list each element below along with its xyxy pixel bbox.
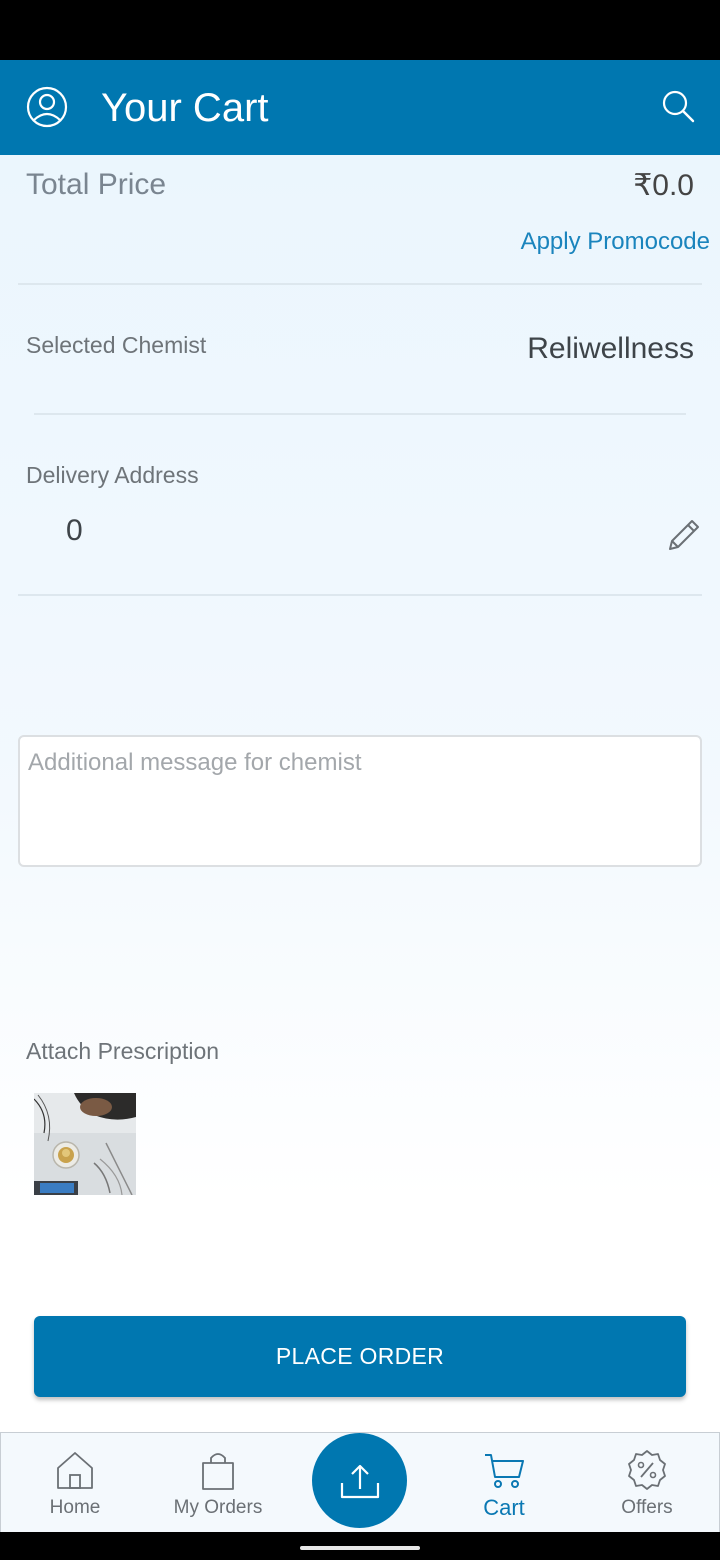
page-title: Your Cart [101, 86, 269, 130]
nav-my-orders-label: My Orders [173, 1497, 263, 1518]
prescription-thumbnail[interactable] [34, 1093, 136, 1195]
upload-icon [340, 1464, 379, 1498]
apply-promocode-link[interactable]: Apply Promocode [521, 228, 710, 256]
divider [18, 283, 702, 285]
upload-prescription-button[interactable] [312, 1433, 407, 1528]
home-icon [57, 1452, 93, 1489]
nav-offers-label: Offers [621, 1497, 673, 1518]
search-icon[interactable] [660, 88, 696, 124]
status-bar [0, 0, 720, 60]
divider [34, 413, 686, 415]
place-order-button[interactable]: PLACE ORDER [34, 1316, 686, 1397]
app-bar: Your Cart [0, 60, 720, 155]
nav-home[interactable]: Home [15, 1433, 135, 1533]
home-gesture-bar[interactable] [300, 1546, 420, 1550]
nav-my-orders[interactable]: My Orders [158, 1433, 278, 1533]
delivery-address-label: Delivery Address [26, 462, 199, 488]
delivery-address-value: 0 [66, 514, 83, 547]
nav-offers[interactable]: Offers [587, 1433, 707, 1533]
chemist-message-input[interactable] [18, 735, 702, 867]
divider [18, 594, 702, 596]
nav-cart[interactable]: Cart [444, 1433, 564, 1533]
user-circle-icon[interactable] [26, 86, 68, 128]
attach-prescription-label: Attach Prescription [26, 1038, 220, 1064]
selected-chemist-value: Reliwellness [527, 332, 694, 365]
shopping-bag-icon [202, 1453, 234, 1490]
total-price-label: Total Price [26, 168, 167, 201]
cart-icon [485, 1454, 524, 1488]
nav-cart-label: Cart [483, 1495, 525, 1520]
total-price-value: ₹0.0 [633, 169, 694, 202]
selected-chemist-label: Selected Chemist [26, 332, 207, 358]
nav-home-label: Home [49, 1497, 101, 1518]
discount-badge-icon [628, 1450, 666, 1490]
pencil-icon[interactable] [664, 515, 704, 555]
